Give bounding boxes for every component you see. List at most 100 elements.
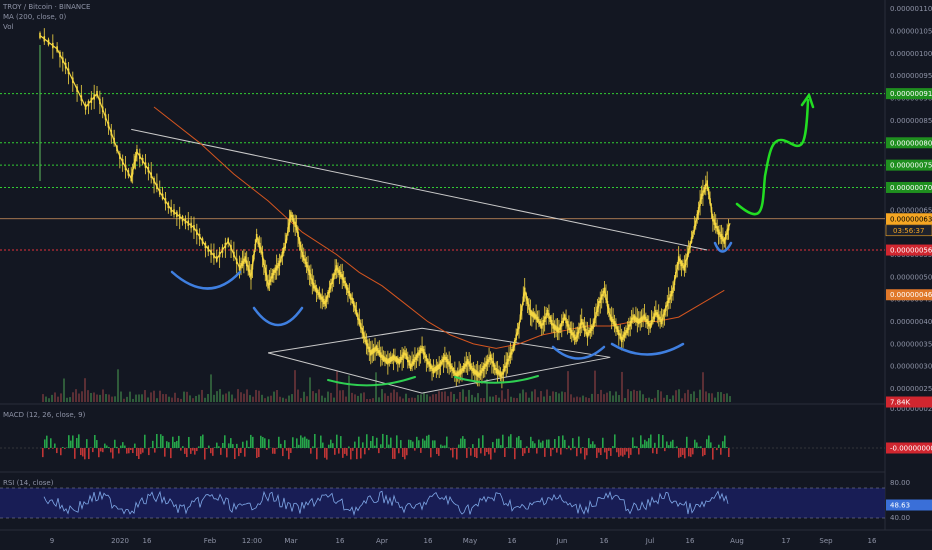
macd-bar — [578, 436, 580, 448]
candle-body — [592, 323, 594, 329]
candle-body — [431, 365, 433, 372]
macd-bar — [190, 448, 192, 454]
macd-bar — [126, 448, 128, 454]
symbol-legend[interactable]: TROY / Bitcoin · BINANCE — [3, 2, 90, 12]
candle-body — [503, 365, 506, 372]
volume-bar — [429, 396, 431, 402]
macd-bar — [364, 448, 366, 455]
volume-bar — [606, 392, 608, 402]
candle-body — [362, 332, 365, 338]
level-tag: 0.00000080 — [890, 139, 932, 147]
macd-bar — [550, 448, 552, 457]
macd-bar — [184, 448, 186, 454]
macd-bar — [92, 448, 94, 453]
time-axis[interactable]: 9 2020 16 Feb 12:00 Mar 16 Apr 16 May 16 Jun 16 Jul 16… — [50, 537, 877, 545]
time-tick-label: 16 — [336, 537, 345, 545]
macd-bar — [528, 448, 530, 453]
candle-body — [670, 290, 673, 297]
macd-bar — [178, 435, 180, 448]
macd-bar — [588, 438, 590, 448]
macd-bar — [324, 448, 326, 458]
price-tick-label: 0.00000050 — [890, 273, 932, 281]
vol-legend[interactable]: Vol — [3, 22, 90, 32]
candle-body — [442, 356, 445, 363]
candle-body — [485, 361, 488, 367]
time-tick-label: 9 — [50, 537, 54, 545]
macd-bar — [704, 448, 706, 455]
candle-body — [489, 354, 492, 360]
macd-bar — [684, 448, 686, 459]
candle-body — [511, 349, 513, 355]
macd-bar — [282, 448, 284, 457]
rsi-band — [0, 487, 885, 519]
volume-bar — [450, 391, 452, 402]
volume-bar — [432, 394, 434, 402]
macd-bar — [712, 448, 714, 460]
macd-bar — [538, 439, 540, 448]
volume-bar — [531, 391, 533, 402]
volume-bar — [357, 395, 359, 402]
candle-body — [605, 294, 607, 300]
candle-body — [361, 327, 363, 334]
volume-bar — [63, 378, 65, 402]
ma-legend[interactable]: MA (200, close, 0) — [3, 12, 90, 22]
price-chart[interactable]: 0.00000110 0.00000105 0.00000100 0.00000095… — [0, 0, 932, 550]
candle-body — [295, 225, 298, 231]
candle-body — [71, 77, 74, 83]
macd-legend[interactable]: MACD (12, 26, close, 9) — [3, 410, 85, 420]
candle-body — [378, 350, 381, 356]
candle-body — [416, 352, 419, 358]
macd-bar — [370, 440, 372, 448]
macd-bar — [534, 443, 536, 448]
candle-body — [302, 255, 305, 261]
macd-bar — [506, 447, 508, 448]
candle-body — [726, 229, 728, 235]
candle-body — [408, 360, 411, 366]
macd-bar — [490, 448, 492, 460]
candle-body — [348, 290, 351, 297]
volume-bar — [498, 397, 500, 402]
candle-body — [692, 231, 694, 238]
macd-bar — [602, 437, 604, 448]
candle-body — [627, 324, 630, 330]
volume-bar — [228, 391, 230, 402]
volume-bar — [348, 375, 350, 402]
candle-body — [570, 330, 573, 336]
candle-body — [261, 251, 264, 258]
macd-bar — [612, 446, 614, 448]
price-axis[interactable]: 0.00000110 0.00000105 0.00000100 0.00000095… — [885, 5, 932, 522]
macd-bar — [308, 439, 310, 448]
candle-body — [369, 350, 372, 356]
rsi-legend[interactable]: RSI (14, close) — [3, 478, 53, 488]
candle-body — [509, 352, 512, 358]
candle-body — [161, 193, 164, 200]
candle-body — [107, 122, 110, 128]
volume-bar — [345, 396, 347, 402]
time-tick-label: 17 — [782, 537, 791, 545]
macd-bar — [394, 448, 396, 459]
candle-body — [230, 245, 232, 251]
candle-body — [287, 227, 289, 233]
candle-body — [250, 274, 252, 280]
candle-body — [158, 189, 161, 195]
candle-body — [652, 316, 654, 322]
macd-bar — [172, 436, 174, 448]
candle-body — [630, 317, 633, 324]
candle-body — [712, 216, 714, 222]
main-legend[interactable]: TROY / Bitcoin · BINANCE MA (200, close,… — [3, 2, 90, 32]
volume-bar — [690, 393, 692, 402]
candle-body — [575, 336, 577, 343]
candle-body — [173, 209, 175, 215]
candle-body — [492, 361, 495, 367]
price-tick-label: 0.00000095 — [890, 72, 932, 80]
macd-bar — [422, 438, 424, 448]
macd-bar — [76, 438, 78, 448]
time-tick-label: 16 — [508, 537, 517, 545]
descending-trendline — [131, 128, 708, 251]
candle-body — [227, 238, 229, 244]
volume-bar — [468, 389, 470, 402]
macd-bar — [664, 448, 666, 452]
volume-bar — [327, 391, 329, 402]
candle-body — [606, 300, 609, 307]
candle-body — [532, 312, 535, 318]
